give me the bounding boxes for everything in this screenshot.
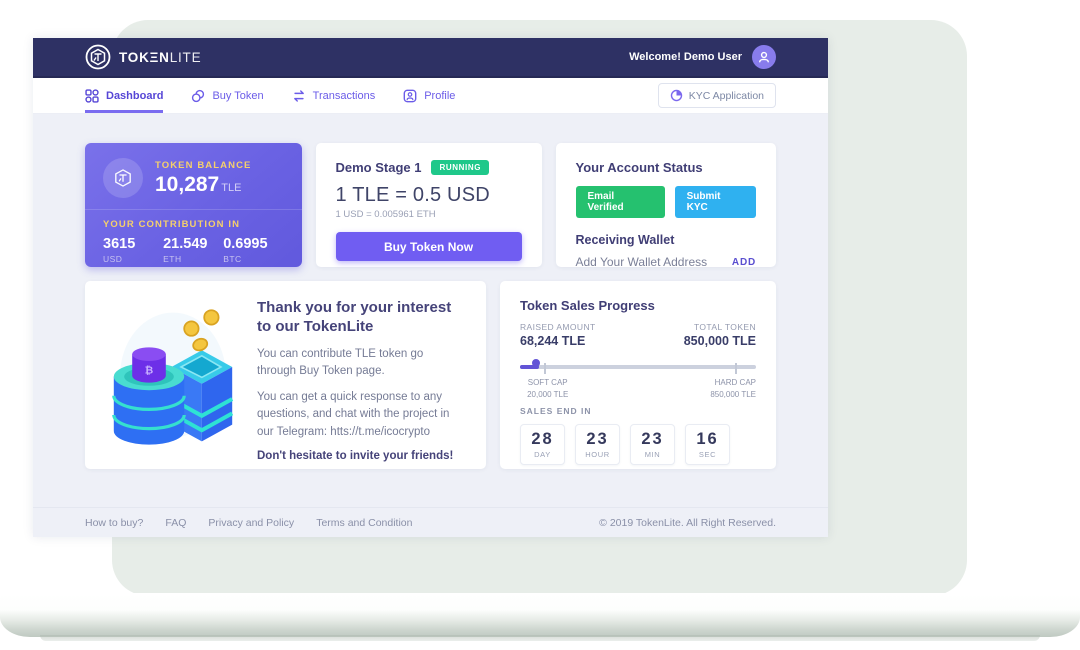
kyc-application-button[interactable]: KYC Application (658, 83, 776, 108)
sales-progress-title: Token Sales Progress (520, 298, 756, 313)
countdown: 28 DAY 23 HOUR 23 MIN 16 (520, 424, 756, 465)
nav-tab-label: Transactions (313, 90, 376, 102)
receiving-wallet-title: Receiving Wallet (576, 233, 757, 247)
add-wallet-link[interactable]: ADD (732, 257, 756, 268)
laptop-base (0, 593, 1080, 637)
total-token-value: 850,000 TLE (684, 334, 756, 348)
countdown-hour: 23 HOUR (575, 424, 620, 465)
swap-arrows-icon (292, 89, 306, 103)
footer-link-terms[interactable]: Terms and Condition (316, 517, 412, 529)
contribution-btc: 0.6995 BTC (223, 236, 283, 264)
total-token-label: TOTAL TOKEN (694, 322, 756, 332)
soft-cap-label: SOFT CAP 20,000 TLE (527, 377, 568, 401)
progress-thumb[interactable] (532, 359, 540, 367)
countdown-min: 23 MIN (630, 424, 675, 465)
thank-you-card: ₿ Thank you for your interest to our Tok… (85, 281, 486, 469)
soft-cap-tick (544, 363, 546, 374)
welcome-user-text: Welcome! Demo User (629, 51, 742, 63)
nav-tab-label: Buy Token (212, 90, 263, 102)
progress-track (520, 365, 756, 369)
countdown-sec: 16 SEC (685, 424, 730, 465)
running-status-badge: RUNNING (431, 160, 489, 175)
wallet-address-text: Add Your Wallet Address (576, 255, 708, 269)
nav-tab-buy-token[interactable]: Buy Token (191, 78, 263, 113)
footer-link-faq[interactable]: FAQ (165, 517, 186, 529)
tokenlite-hexagon-icon (85, 44, 111, 70)
token-rate: 1 TLE = 0.5 USD (336, 184, 522, 207)
app-window: TOKΞNLITE Welcome! Demo User (33, 38, 828, 537)
token-stage-card: Demo Stage 1 RUNNING 1 TLE = 0.5 USD 1 U… (316, 143, 542, 267)
dashboard-content: TOKEN BALANCE 10,287TLE YOUR CONTRIBUTIO… (33, 114, 828, 507)
footer-link-how-to-buy[interactable]: How to buy? (85, 517, 143, 529)
copyright-text: © 2019 TokenLite. All Right Reserved. (599, 517, 776, 529)
token-logo-icon (103, 158, 143, 198)
countdown-day: 28 DAY (520, 424, 565, 465)
nav-tab-transactions[interactable]: Transactions (292, 78, 376, 113)
brand-logo[interactable]: TOKΞNLITE (85, 44, 201, 70)
bitcoin-symbol: ₿ (145, 364, 153, 376)
pie-disc-icon (670, 89, 683, 102)
token-balance-amount: 10,287TLE (155, 173, 251, 197)
account-status-card: Your Account Status Email Verified Submi… (556, 143, 777, 267)
thanks-title: Thank you for your interest to our Token… (257, 299, 464, 337)
buy-token-now-button[interactable]: Buy Token Now (336, 232, 522, 261)
page: TOKΞNLITE Welcome! Demo User (0, 0, 1080, 650)
sales-progress-bar: SOFT CAP 20,000 TLE HARD CAP 850,000 TLE (520, 360, 756, 394)
sales-end-label: SALES END IN (520, 406, 756, 416)
nav-tab-profile[interactable]: Profile (403, 78, 455, 113)
user-avatar[interactable] (752, 45, 776, 69)
thanks-paragraph-1: You can contribute TLE token go through … (257, 346, 464, 381)
top-header: TOKΞNLITE Welcome! Demo User (33, 38, 828, 78)
token-rate-sub: 1 USD = 0.005961 ETH (336, 209, 522, 220)
hard-cap-tick (735, 363, 737, 374)
brand-name: TOKΞNLITE (119, 50, 201, 65)
contribution-label: YOUR CONTRIBUTION IN (103, 219, 284, 230)
submit-kyc-badge[interactable]: Submit KYC (675, 186, 756, 218)
raised-amount-label: RAISED AMOUNT (520, 322, 596, 332)
hard-cap-label: HARD CAP 850,000 TLE (710, 377, 756, 401)
raised-amount-value: 68,244 TLE (520, 334, 585, 348)
main-nav: Dashboard Buy Token Transactions (33, 78, 828, 114)
coins-illustration: ₿ (107, 299, 239, 451)
person-icon (757, 50, 771, 64)
kyc-button-label: KYC Application (689, 90, 764, 102)
account-status-title: Your Account Status (576, 160, 757, 175)
thanks-paragraph-2: You can get a quick response to any ques… (257, 389, 464, 441)
dashboard-grid-icon (85, 89, 99, 103)
profile-card-icon (403, 89, 417, 103)
token-balance-card: TOKEN BALANCE 10,287TLE YOUR CONTRIBUTIO… (85, 143, 302, 267)
token-balance-label: TOKEN BALANCE (155, 160, 251, 171)
footer-link-privacy[interactable]: Privacy and Policy (208, 517, 294, 529)
nav-tab-dashboard[interactable]: Dashboard (85, 78, 163, 113)
email-verified-badge[interactable]: Email Verified (576, 186, 665, 218)
thanks-invite-text: Don't hesitate to invite your friends! (257, 450, 464, 462)
nav-tab-label: Profile (424, 90, 455, 102)
contribution-eth: 21.549 ETH (163, 236, 223, 264)
stage-title: Demo Stage 1 (336, 160, 422, 175)
app-footer: How to buy? FAQ Privacy and Policy Terms… (33, 507, 828, 537)
token-balance-unit: TLE (221, 182, 241, 194)
coins-icon (191, 89, 205, 103)
contribution-usd: 3615 USD (103, 236, 163, 264)
sales-progress-card: Token Sales Progress RAISED AMOUNT TOTAL… (500, 281, 776, 469)
nav-tab-label: Dashboard (106, 90, 163, 102)
card-divider (85, 209, 302, 210)
